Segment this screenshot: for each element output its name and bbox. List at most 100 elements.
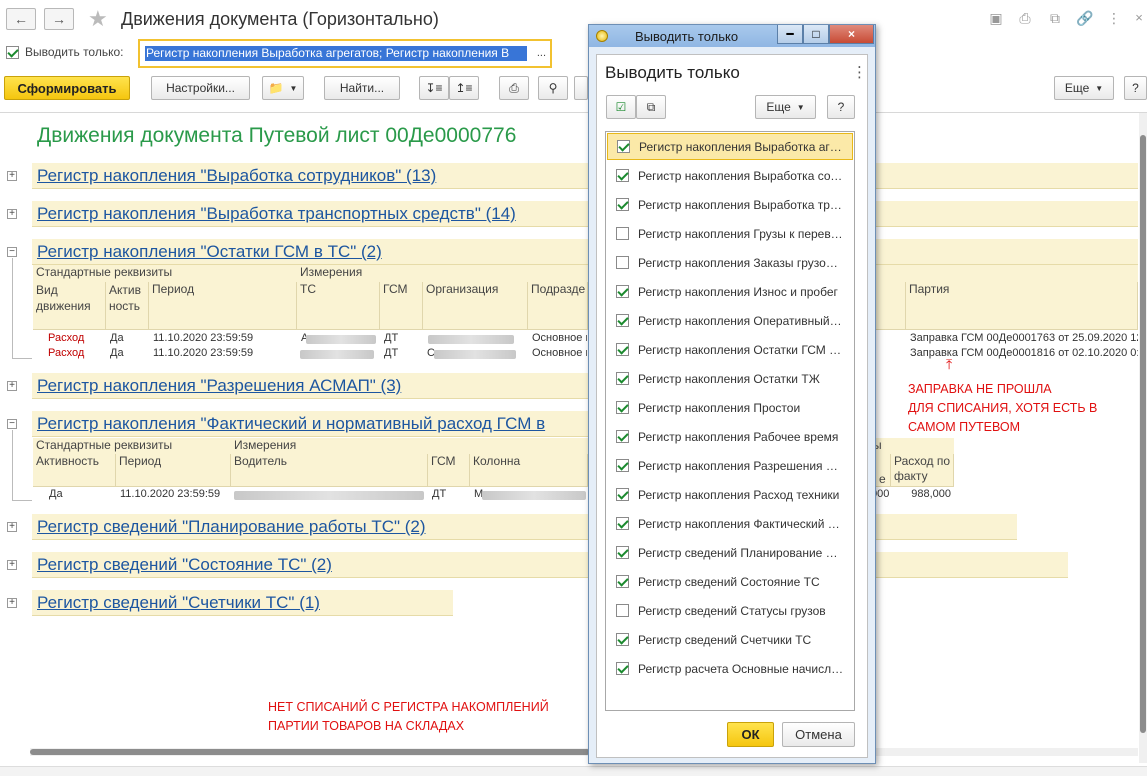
horizontal-scrollbar[interactable] [30, 748, 1138, 756]
expand-toggle-icon[interactable]: + [7, 209, 17, 219]
register-list-item[interactable]: Регистр накопления Остатки ГСМ в ТС [607, 336, 853, 363]
section-link[interactable]: Регистр сведений "Состояние ТС" (2) [37, 555, 332, 575]
help-button[interactable]: ? [1124, 76, 1147, 100]
register-list-item[interactable]: Регистр накопления Фактический и нормати… [607, 510, 853, 537]
find-button[interactable]: Найти... [324, 76, 400, 100]
section-link[interactable]: Регистр накопления "Фактический и нормат… [37, 414, 545, 434]
arrow-up-icon: ⤒ [946, 356, 953, 372]
checkbox-checked-icon[interactable] [616, 285, 629, 298]
link-icon[interactable]: 🔗 [1076, 10, 1093, 26]
expand-toggle-icon[interactable]: + [7, 381, 17, 391]
collapse-toggle-icon[interactable]: − [7, 247, 17, 257]
register-list-item[interactable]: Регистр расчета Основные начисления [607, 655, 853, 682]
register-list-item[interactable]: Регистр накопления Выработка транспортны… [607, 191, 853, 218]
register-list-item[interactable]: Регистр сведений Счетчики ТС [607, 626, 853, 653]
toolbar-partial-button[interactable] [574, 76, 588, 100]
section-link[interactable]: Регистр накопления "Разрешения АСМАП" (3… [37, 376, 401, 396]
checkbox-checked-icon[interactable] [616, 488, 629, 501]
checkbox-checked-icon[interactable] [616, 198, 629, 211]
scroll-thumb[interactable] [30, 749, 590, 755]
save-icon[interactable]: ▣ [988, 10, 1004, 26]
cancel-button[interactable]: Отмена [782, 722, 855, 747]
collapse-toggle-icon[interactable]: − [7, 419, 17, 429]
checkbox-checked-icon[interactable] [617, 140, 630, 153]
dialog-more-button[interactable]: Еще ▼ [755, 95, 816, 119]
form-report-button[interactable]: Сформировать [4, 76, 130, 100]
register-list-item-label: Регистр накопления Остатки ГСМ в ТС [638, 342, 844, 357]
register-list-item[interactable]: Регистр накопления Выработка агрегатов [607, 133, 853, 160]
checkbox-unchecked-icon[interactable] [616, 227, 629, 240]
section-link[interactable]: Регистр сведений "Счетчики ТС" (1) [37, 593, 320, 613]
section-link[interactable]: Регистр накопления "Остатки ГСМ в ТС" (2… [37, 242, 382, 262]
register-list-item[interactable]: Регистр накопления Заказы грузоперевозок [607, 249, 853, 276]
back-button[interactable]: ← [6, 8, 36, 30]
dialog-close-button[interactable]: × [829, 25, 874, 44]
register-list-item[interactable]: Регистр накопления Износ и пробег [607, 278, 853, 305]
checkbox-checked-icon[interactable] [616, 662, 629, 675]
checkbox-checked-icon[interactable] [616, 314, 629, 327]
register-list-item[interactable]: Регистр накопления Рабочее время [607, 423, 853, 450]
register-list-item[interactable]: Регистр сведений Состояние ТС [607, 568, 853, 595]
sort-asc-button[interactable]: ↥≡ [449, 76, 479, 100]
more-vertical-icon[interactable]: ⋮ [852, 63, 867, 81]
checkbox-checked-icon[interactable] [616, 430, 629, 443]
checkbox-unchecked-icon[interactable] [616, 256, 629, 269]
forward-button[interactable]: → [44, 8, 74, 30]
settings-button[interactable]: Настройки... [151, 76, 250, 100]
dialog-help-button[interactable]: ? [827, 95, 855, 119]
section-link[interactable]: Регистр сведений "Планирование работы ТС… [37, 517, 426, 537]
close-icon[interactable]: × [1131, 10, 1147, 26]
section-link[interactable]: Регистр накопления "Выработка сотруднико… [37, 166, 436, 186]
dialog-title-bar[interactable]: Выводить только ━ □ × [589, 25, 875, 47]
minimize-button[interactable]: ━ [777, 25, 803, 44]
print-icon[interactable]: ⎙ [1017, 10, 1033, 26]
filter-checkbox[interactable] [6, 46, 19, 62]
cell-fuel: ДТ [384, 332, 399, 344]
checkbox-checked-icon[interactable] [616, 372, 629, 385]
register-list-item[interactable]: Регистр накопления Простои [607, 394, 853, 421]
check-all-button[interactable]: ☑ [606, 95, 636, 119]
preview-button[interactable]: ⚲ [538, 76, 568, 100]
cell-kind: Расход [48, 347, 85, 359]
register-list-item[interactable]: Регистр накопления Грузы к перевозке [607, 220, 853, 247]
register-list-item[interactable]: Регистр накопления Остатки ТЖ [607, 365, 853, 392]
register-list-item[interactable]: Регистр накопления Разрешения АСМАП [607, 452, 853, 479]
expand-toggle-icon[interactable]: + [7, 560, 17, 570]
favorite-star-icon[interactable]: ★ [88, 6, 108, 32]
scroll-thumb[interactable] [1140, 135, 1146, 733]
copy-icon[interactable]: ⧉ [1047, 10, 1063, 26]
checkbox-checked-icon[interactable] [616, 517, 629, 530]
checkbox-checked-icon[interactable] [616, 546, 629, 559]
checkbox-unchecked-icon[interactable] [616, 604, 629, 617]
sort-desc-button[interactable]: ↧≡ [419, 76, 449, 100]
tree-line [12, 500, 32, 501]
vertical-scrollbar[interactable] [1139, 113, 1147, 763]
register-list-item[interactable]: Регистр накопления Расход техники [607, 481, 853, 508]
register-list-item[interactable]: Регистр накопления Выработка сотрудников [607, 162, 853, 189]
expand-toggle-icon[interactable]: + [7, 522, 17, 532]
checkbox-checked-icon[interactable] [616, 343, 629, 356]
variants-button[interactable]: 📁 ▼ [262, 76, 304, 100]
checkbox-checked-icon[interactable] [616, 633, 629, 646]
section-row: Регистр сведений "Счетчики ТС" (1) [32, 590, 453, 616]
maximize-button[interactable]: □ [803, 25, 829, 44]
filter-input[interactable]: Регистр накопления Выработка агрегатов; … [138, 39, 552, 68]
register-list-item[interactable]: Регистр накопления Оперативный учет [607, 307, 853, 334]
checkbox-checked-icon[interactable] [616, 169, 629, 182]
checkbox-checked-icon[interactable] [616, 575, 629, 588]
register-list[interactable]: Регистр накопления Выработка агрегатов Ре… [605, 131, 855, 711]
expand-toggle-icon[interactable]: + [7, 598, 17, 608]
section-row: Регистр накопления "Разрешения АСМАП" (3… [32, 373, 588, 399]
more-button[interactable]: Еще ▼ [1054, 76, 1114, 100]
uncheck-all-button[interactable]: ⧉ [636, 95, 666, 119]
filter-select-button[interactable]: ... [537, 47, 546, 59]
more-vertical-icon[interactable]: ⋮ [1106, 10, 1122, 26]
ok-button[interactable]: ОК [727, 722, 774, 747]
register-list-item[interactable]: Регистр сведений Статусы грузов [607, 597, 853, 624]
expand-toggle-icon[interactable]: + [7, 171, 17, 181]
section-link[interactable]: Регистр накопления "Выработка транспортн… [37, 204, 516, 224]
checkbox-checked-icon[interactable] [616, 401, 629, 414]
checkbox-checked-icon[interactable] [616, 459, 629, 472]
print-button[interactable]: ⎙ [499, 76, 529, 100]
register-list-item[interactable]: Регистр сведений Планирование работы ТС [607, 539, 853, 566]
